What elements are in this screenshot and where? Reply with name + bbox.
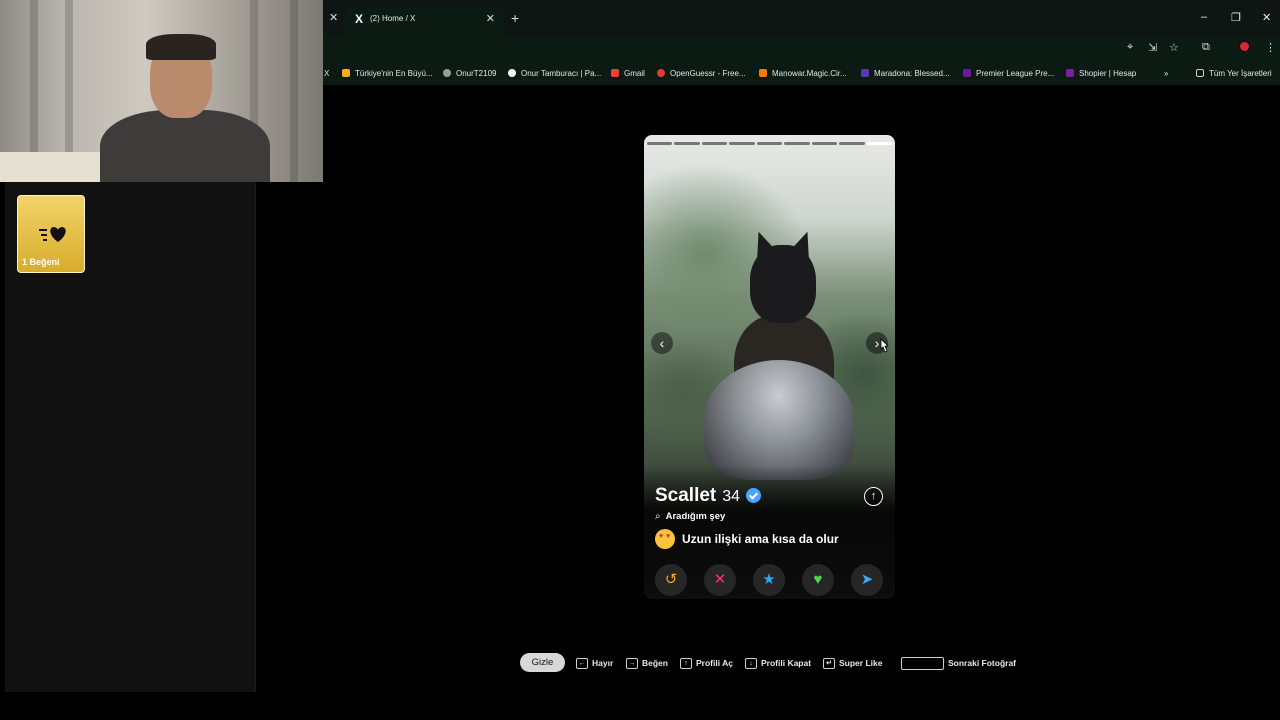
verified-badge-icon [746,488,762,503]
open-profile-button[interactable]: ↑ [864,487,883,506]
profile-age: 34 [722,488,741,505]
shortcut-open-profile: ↑ Profili Aç [680,657,733,669]
down-arrow-key-icon: ↓ [745,657,757,669]
tab-home-x[interactable]: X (2) Home / X ✕ [346,6,504,36]
address-bar[interactable] [323,38,1153,58]
profile-card[interactable]: ‹ › Scallet 34 ↑ ⌕ Aradığım şey Uzun ili… [644,135,895,599]
likes-card[interactable]: 1 Beğeni [17,195,85,273]
bookmark-item[interactable]: Shopier | Hesap [1066,67,1136,79]
search-icon: ⌕ [655,511,661,522]
super-like-button[interactable]: ★ [753,564,785,596]
bookmark-item[interactable]: Premier League Pre... [963,67,1054,79]
star-icon: ★ [762,571,776,588]
profile-name: Scallet [655,485,717,506]
close-icon[interactable]: ✕ [329,11,338,24]
mouse-cursor-icon [880,338,889,353]
looking-for-label: Aradığım şey [665,511,726,522]
bookmark-item[interactable]: Türkiye'nin En Büyü... [342,67,433,79]
photo-progress-segment [866,142,892,145]
name-row: Scallet 34 [655,485,762,507]
x-icon: ✕ [713,571,727,588]
restore-button[interactable]: ❐ [1231,11,1241,24]
fast-heart-icon [39,227,66,242]
photo-progress-segment [729,142,755,145]
photo-progress-segment [756,142,783,145]
action-buttons: ↺ ✕ ★ ♥ ➤ [644,563,895,599]
send-icon: ➤ [860,571,874,588]
photo-progress-segment [674,142,700,145]
heart-icon: ♥ [813,571,823,588]
rewind-icon: ↺ [664,571,678,588]
tab-title: (2) Home / X [370,14,416,23]
up-arrow-key-icon: ↑ [680,657,692,669]
install-app-icon[interactable]: ⇲ [1148,41,1157,54]
bookmark-item[interactable]: Manowar.Magic.Cir... [759,67,847,79]
photo-progress-segment [647,142,673,145]
bookmark-star-icon[interactable]: ☆ [1169,41,1179,54]
location-icon[interactable]: ⌖ [1127,41,1133,54]
relationship-goal-text: Uzun ilişki ama kısa da olur [682,532,839,546]
window-close-button[interactable]: ✕ [1262,11,1271,24]
enter-key-icon: ↵ [823,657,835,669]
photo-progress-segment [701,142,728,145]
nope-button[interactable]: ✕ [704,564,736,596]
relationship-goal: Uzun ilişki ama kısa da olur [655,529,839,549]
extensions-icon[interactable]: ⧉ [1202,41,1210,54]
like-button[interactable]: ♥ [802,564,834,596]
left-arrow-key-icon: ← [576,657,588,669]
bookmark-item[interactable]: OpenGuessr - Free... [657,67,746,79]
x-logo-icon: X [355,12,364,26]
photo-progress-segment [811,142,838,145]
bookmark-x[interactable]: X [324,67,329,79]
space-key-icon [901,656,944,670]
webcam-overlay [0,0,323,182]
bookmark-item[interactable]: Onur Tamburacı | Pa... [508,67,601,79]
all-bookmarks[interactable]: Tüm Yer İşaretleri [1196,67,1272,79]
right-arrow-key-icon: → [626,657,638,669]
bookmark-item[interactable]: OnurT2109 [443,67,496,79]
boost-button[interactable]: ➤ [851,564,883,596]
shortcut-super-like: ↵ Super Like [823,657,882,669]
shortcut-close-profile: ↓ Profili Kapat [745,657,811,669]
heart-eyes-emoji-icon [655,529,675,549]
new-tab-button[interactable]: + [511,10,519,26]
photo-progress-segment [839,142,865,145]
photo-progress-segment [784,142,810,145]
shortcut-like: → Beğen [626,657,668,669]
profile-avatar[interactable] [1238,40,1251,53]
likes-count-label: 1 Beğeni [22,257,60,267]
rewind-button[interactable]: ↺ [655,564,687,596]
looking-for-row: ⌕ Aradığım şey [655,511,725,522]
shortcut-next-photo: Sonraki Fotoğraf [901,656,1016,670]
shortcut-no: ← Hayır [576,657,613,669]
photo-progress-bar [647,142,892,145]
menu-icon[interactable]: ⋮ [1265,41,1276,54]
minimize-button[interactable]: – [1201,11,1207,23]
bookmark-item[interactable]: Maradona: Blessed... [861,67,950,79]
more-bookmarks-icon[interactable]: » [1164,67,1168,79]
tab-close-icon[interactable]: ✕ [486,12,495,25]
previous-photo-button[interactable]: ‹ [651,332,673,354]
hide-shortcuts-button[interactable]: Gizle [520,653,565,672]
bookmark-item[interactable]: Gmail [611,67,645,79]
